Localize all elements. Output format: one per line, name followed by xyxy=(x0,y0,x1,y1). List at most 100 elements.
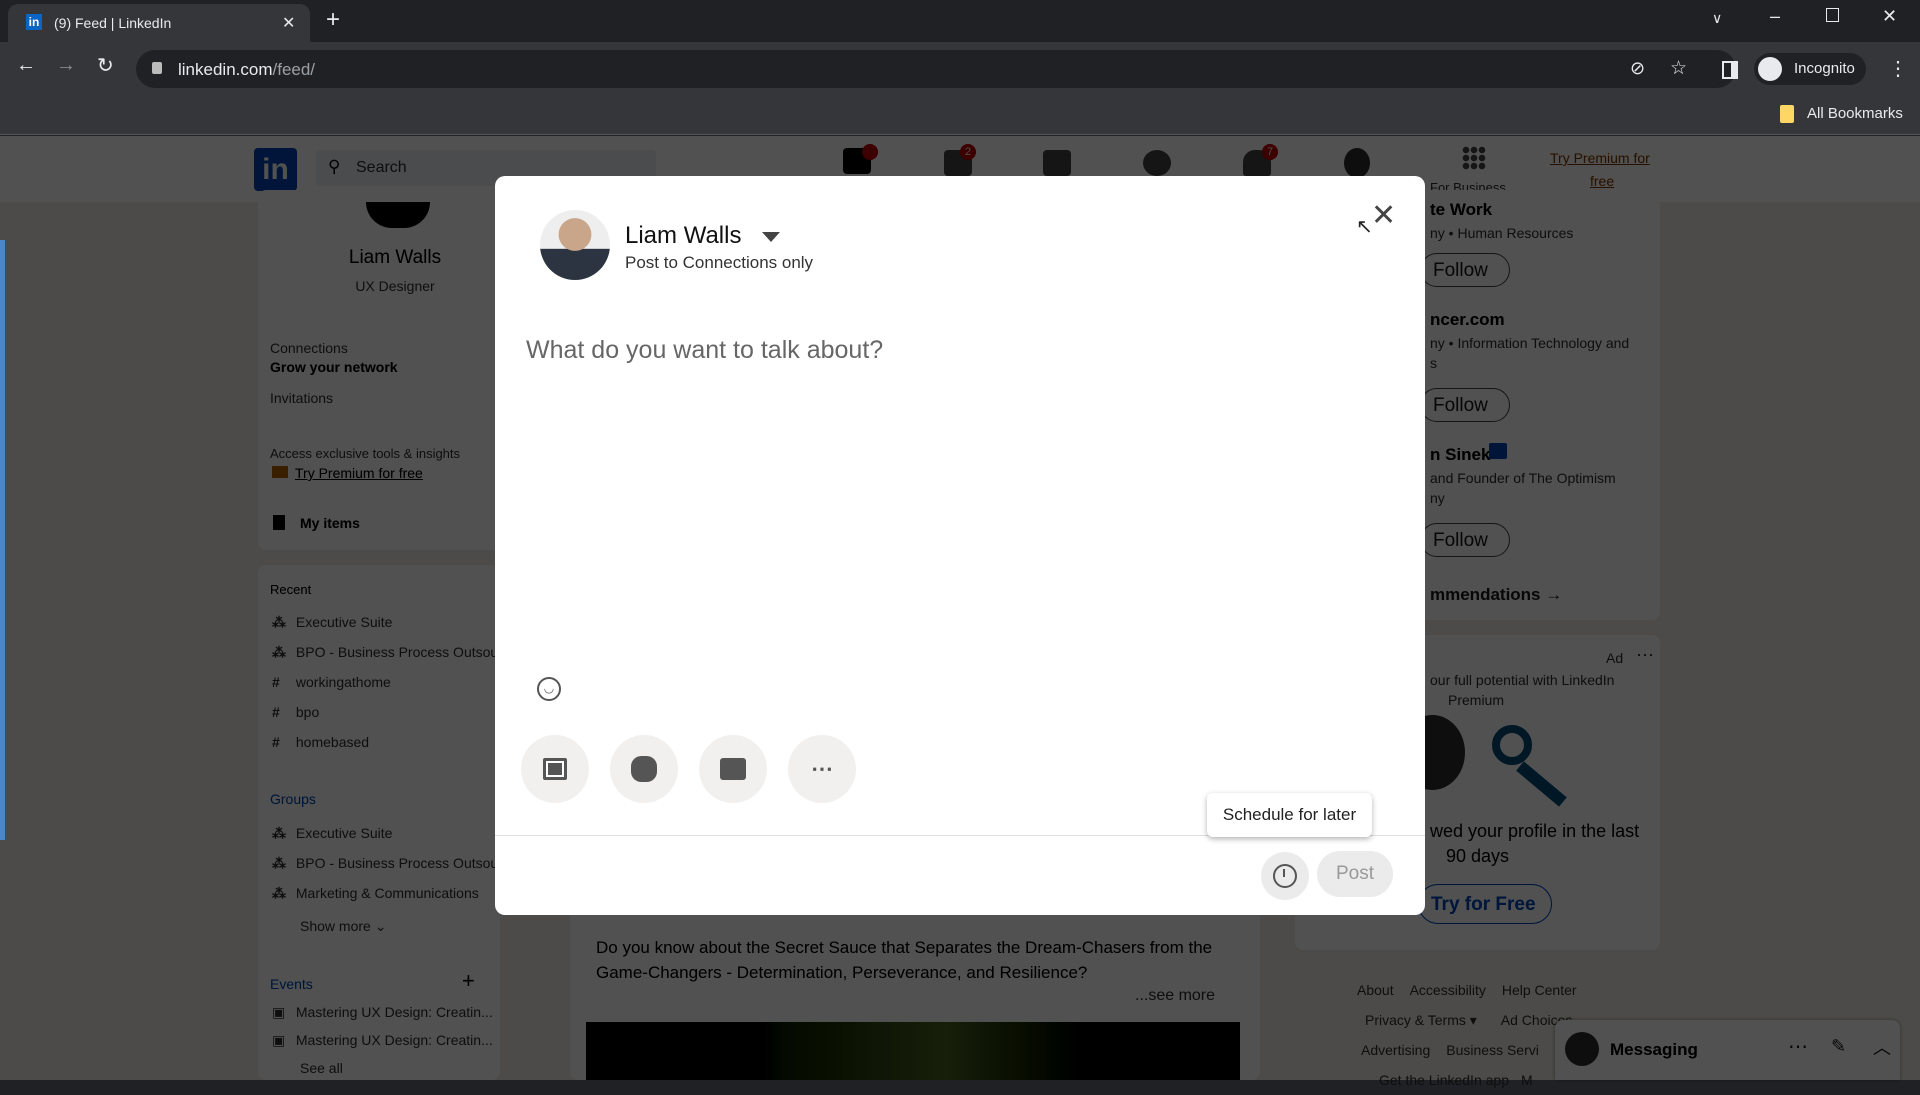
badge-icon xyxy=(631,756,657,782)
my-items-link[interactable]: My items xyxy=(300,515,360,531)
view-recommendations-link[interactable]: mmendations → xyxy=(1430,585,1562,605)
follow-button[interactable]: Follow xyxy=(1420,388,1510,422)
try-premium-link[interactable]: Try Premium for xyxy=(1550,150,1650,166)
list-item[interactable]: ⁂ Executive Suite xyxy=(272,825,502,855)
see-more-link[interactable]: ...see more xyxy=(1135,987,1215,1005)
messaging-avatar xyxy=(1565,1032,1599,1066)
calendar-icon: ▣ xyxy=(272,1032,286,1048)
recent-list: ⁂ Executive Suite ⁂ BPO - Business Proce… xyxy=(272,614,529,764)
suggestion-sub: ny xyxy=(1430,490,1445,506)
list-item[interactable]: ⁂ BPO - Business Process Outsourcing xyxy=(272,644,529,674)
ad-text: Premium xyxy=(1448,692,1505,708)
schedule-tooltip: Schedule for later xyxy=(1207,793,1372,837)
footer-link[interactable]: M xyxy=(1521,1072,1533,1088)
suggestion-sub: ny • Information Technology and xyxy=(1430,335,1630,351)
messaging-bar[interactable]: Messaging ⋯ ✎ ︿ xyxy=(1555,1020,1900,1080)
see-all-link[interactable]: See all xyxy=(272,1060,512,1076)
key-icon xyxy=(1492,725,1532,765)
events-list: ▣ Mastering UX Design: Creatin... ▣ Mast… xyxy=(272,1004,512,1076)
linkedin-logo[interactable]: in xyxy=(254,148,297,191)
post-text: Do you know about the Secret Sauce that … xyxy=(596,938,1213,982)
footer-link[interactable]: Business Servi xyxy=(1446,1042,1539,1058)
group-icon: ⁂ xyxy=(272,644,286,660)
suggestion-sub: s xyxy=(1430,355,1437,371)
events-heading[interactable]: Events xyxy=(270,976,313,992)
suggestion-sub: and Founder of The Optimism xyxy=(1430,470,1616,486)
grow-network-link[interactable]: Grow your network xyxy=(270,359,398,375)
footer-link[interactable]: Accessibility xyxy=(1410,982,1486,998)
mouse-cursor: ↖ xyxy=(1356,216,1373,238)
show-more-button[interactable]: Show more ⌄ xyxy=(300,918,386,935)
clock-icon xyxy=(1273,864,1297,888)
ad-label: Ad xyxy=(1606,650,1624,666)
hashtag-icon: # xyxy=(272,734,280,750)
premium-icon xyxy=(272,466,288,478)
close-icon[interactable]: ✕ xyxy=(1371,198,1396,233)
list-item[interactable]: ▣ Mastering UX Design: Creatin... xyxy=(272,1004,512,1032)
jobs-icon[interactable] xyxy=(1043,150,1071,176)
footer-link[interactable]: Privacy & Terms ▾ xyxy=(1365,1012,1477,1028)
hashtag-icon: # xyxy=(272,674,280,690)
list-item[interactable]: # bpo xyxy=(272,704,502,734)
me-avatar[interactable] xyxy=(1344,148,1370,178)
apps-grid-icon[interactable] xyxy=(1462,146,1486,170)
try-premium-sidebar-link[interactable]: Try Premium for free xyxy=(295,465,423,481)
bookmark-icon xyxy=(273,515,285,530)
compose-icon[interactable]: ✎ xyxy=(1831,1036,1846,1057)
suggestion-name[interactable]: ncer.com xyxy=(1430,310,1505,330)
messaging-icon[interactable] xyxy=(1143,150,1171,176)
group-icon: ⁂ xyxy=(272,885,286,901)
hiring-button[interactable] xyxy=(699,735,767,803)
chevron-up-icon[interactable]: ︿ xyxy=(1873,1034,1891,1060)
footer-link[interactable]: Help Center xyxy=(1502,982,1577,998)
add-media-button[interactable] xyxy=(521,735,589,803)
post-button[interactable]: Post xyxy=(1317,851,1393,897)
list-item[interactable]: # workingathome xyxy=(272,674,502,704)
network-badge: 2 xyxy=(960,144,976,160)
list-item[interactable]: # homebased xyxy=(272,734,502,764)
post-image[interactable] xyxy=(586,1022,1240,1080)
follow-button[interactable]: Follow xyxy=(1420,253,1510,287)
profile-title: UX Designer xyxy=(355,278,435,294)
celebrate-button[interactable] xyxy=(610,735,678,803)
ad-text: our full potential with LinkedIn xyxy=(1430,672,1615,688)
ad-options-icon[interactable]: ⋯ xyxy=(1636,645,1654,666)
connections-label[interactable]: Connections xyxy=(270,340,348,356)
audience-dropdown-icon[interactable] xyxy=(762,232,780,242)
hashtag-icon: # xyxy=(272,704,280,720)
footer-link[interactable]: About xyxy=(1357,982,1394,998)
list-item[interactable]: ⁂ BPO - Business Process Outsourcing xyxy=(272,855,529,885)
more-icon[interactable]: ⋯ xyxy=(1788,1034,1808,1059)
suggestion-name[interactable]: te Work xyxy=(1430,200,1492,220)
emoji-icon[interactable]: ◡ xyxy=(537,677,561,701)
schedule-button[interactable] xyxy=(1261,852,1309,900)
list-item[interactable]: ⁂ Marketing & Communications xyxy=(272,885,502,915)
ad-text: 90 days xyxy=(1446,846,1510,866)
post-text-input[interactable]: What do you want to talk about? xyxy=(526,336,883,365)
follow-button[interactable]: Follow xyxy=(1420,523,1510,557)
author-avatar[interactable] xyxy=(540,210,610,280)
try-for-free-button[interactable]: Try for Free xyxy=(1418,884,1552,924)
invitations-link[interactable]: Invitations xyxy=(270,390,333,406)
groups-heading[interactable]: Groups xyxy=(270,791,316,807)
group-icon: ⁂ xyxy=(272,614,286,630)
premium-pitch: Access exclusive tools & insights xyxy=(270,446,461,461)
more-options-button[interactable]: ⋯ xyxy=(788,735,856,803)
try-premium-link-2[interactable]: free xyxy=(1590,173,1614,189)
more-icon: ⋯ xyxy=(811,756,833,781)
profile-name[interactable]: Liam Walls xyxy=(258,247,532,269)
ad-text: wed your profile in the last xyxy=(1430,821,1640,841)
recent-heading: Recent xyxy=(270,582,312,597)
footer-link[interactable]: Get the LinkedIn app xyxy=(1379,1072,1509,1088)
footer-link[interactable]: Advertising xyxy=(1361,1042,1430,1058)
messaging-label: Messaging xyxy=(1610,1040,1698,1059)
author-name[interactable]: Liam Walls xyxy=(625,222,741,250)
add-event-icon[interactable]: + xyxy=(462,968,475,994)
audience-label[interactable]: Post to Connections only xyxy=(625,253,813,273)
notifications-badge: 7 xyxy=(1262,144,1278,160)
focus-indicator xyxy=(0,240,5,840)
briefcase-icon xyxy=(720,758,746,780)
list-item[interactable]: ▣ Mastering UX Design: Creatin... xyxy=(272,1032,512,1060)
list-item[interactable]: ⁂ Executive Suite xyxy=(272,614,502,644)
suggestion-name[interactable]: n Sinek xyxy=(1430,445,1490,465)
